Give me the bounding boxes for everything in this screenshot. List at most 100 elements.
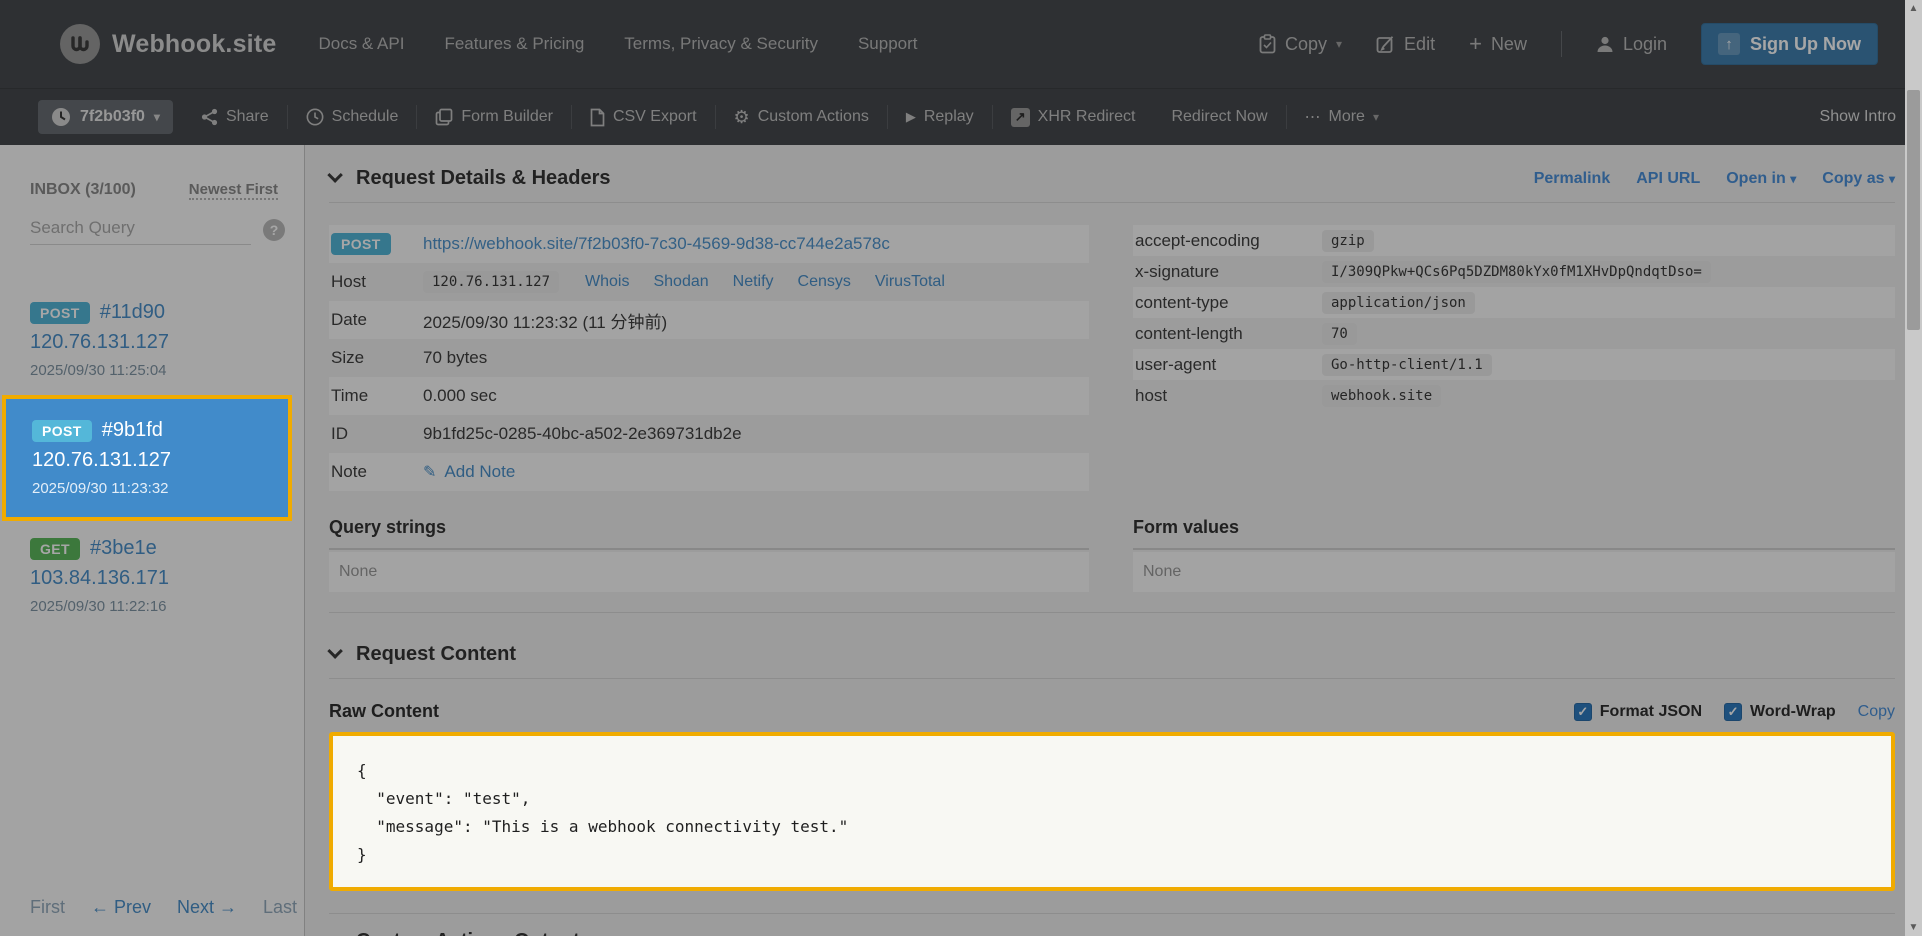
- replay-label: Replay: [924, 108, 974, 126]
- webhook-site-app: Webhook.site Docs & API Features & Prici…: [0, 0, 1922, 936]
- share-button[interactable]: Share: [183, 108, 287, 126]
- more-dropdown[interactable]: ⋯ More ▾: [1287, 107, 1397, 127]
- request-list-item-selected[interactable]: POST #9b1fd 120.76.131.127 2025/09/30 11…: [2, 395, 292, 521]
- word-wrap-checkbox[interactable]: ✓ Word-Wrap: [1724, 703, 1836, 721]
- signup-label: Sign Up Now: [1750, 34, 1861, 55]
- redirect-now-button[interactable]: Redirect Now: [1153, 108, 1285, 126]
- header-row: content-length 70: [1133, 318, 1895, 349]
- external-link-icon: ↗: [1011, 108, 1030, 127]
- nav-terms-privacy[interactable]: Terms, Privacy & Security: [624, 34, 818, 54]
- scrollbar-thumb[interactable]: [1907, 90, 1920, 330]
- user-icon: [1596, 35, 1614, 53]
- request-id-link[interactable]: #3be1e: [90, 537, 157, 560]
- section-custom-actions-output[interactable]: Custom Actions Output: [329, 916, 1895, 936]
- shodan-link[interactable]: Shodan: [653, 273, 708, 291]
- xhr-redirect-button[interactable]: ↗ XHR Redirect: [993, 108, 1154, 127]
- form-builder-icon: [435, 108, 453, 126]
- api-url-link[interactable]: API URL: [1636, 170, 1700, 188]
- method-badge: POST: [30, 302, 90, 324]
- format-json-checkbox[interactable]: ✓ Format JSON: [1574, 703, 1702, 721]
- divider: [1133, 548, 1895, 550]
- header-name: content-type: [1135, 293, 1322, 313]
- ellipsis-icon: ⋯: [1305, 107, 1321, 127]
- divider: [329, 548, 1089, 550]
- custom-actions-button[interactable]: ⚙ Custom Actions: [716, 107, 887, 128]
- header-name: user-agent: [1135, 355, 1322, 375]
- request-list: POST #11d90 120.76.131.127 2025/09/30 11…: [0, 285, 304, 631]
- more-label: More: [1329, 108, 1365, 126]
- schedule-button[interactable]: Schedule: [288, 108, 417, 126]
- request-url-link[interactable]: https://webhook.site/7f2b03f0-7c30-4569-…: [423, 234, 890, 254]
- form-builder-button[interactable]: Form Builder: [417, 108, 571, 126]
- share-icon: [201, 108, 218, 126]
- replay-button[interactable]: ▶ Replay: [888, 108, 992, 126]
- request-detail-panel: Request Details & Headers Permalink API …: [305, 145, 1922, 936]
- detail-value: 0.000 sec: [423, 386, 497, 406]
- vertical-scrollbar[interactable]: ▲ ▼: [1905, 0, 1922, 936]
- pagination-first[interactable]: First: [30, 897, 65, 918]
- pagination-next[interactable]: Next →: [177, 897, 237, 918]
- token-dropdown[interactable]: 7f2b03f0 ▾: [38, 100, 173, 134]
- add-note-link[interactable]: ✎ Add Note: [423, 462, 515, 482]
- login-button[interactable]: Login: [1596, 34, 1667, 55]
- requests-sidebar: INBOX (3/100) Newest First ? POST #11d90…: [0, 145, 305, 936]
- signup-button[interactable]: ↑ Sign Up Now: [1701, 23, 1878, 65]
- nav-support[interactable]: Support: [858, 34, 918, 54]
- arrow-up-icon: ↑: [1718, 33, 1740, 55]
- search-input[interactable]: [30, 214, 251, 245]
- request-list-item[interactable]: POST #11d90 120.76.131.127 2025/09/30 11…: [0, 285, 304, 395]
- brand[interactable]: Webhook.site: [60, 24, 276, 64]
- request-id-link[interactable]: #11d90: [100, 301, 165, 324]
- gear-icon: ⚙: [734, 107, 750, 128]
- section-title: Request Details & Headers: [356, 167, 611, 190]
- section-title: Custom Actions Output: [356, 930, 580, 936]
- sort-toggle[interactable]: Newest First: [189, 181, 278, 200]
- form-values-empty: None: [1133, 552, 1895, 592]
- whois-link[interactable]: Whois: [585, 273, 629, 291]
- scroll-up-icon[interactable]: ▲: [1905, 3, 1922, 14]
- request-list-item[interactable]: GET #3be1e 103.84.136.171 2025/09/30 11:…: [0, 521, 304, 631]
- header-value: 70: [1322, 323, 1357, 345]
- section-title: Request Content: [356, 643, 516, 666]
- open-in-dropdown[interactable]: Open in ▾: [1726, 170, 1796, 188]
- detail-row-time: Time 0.000 sec: [329, 377, 1089, 415]
- request-id-link[interactable]: #9b1fd: [102, 419, 163, 442]
- copy-dropdown[interactable]: Copy ▾: [1259, 34, 1342, 55]
- caret-down-icon: ▾: [154, 110, 160, 124]
- brand-name: Webhook.site: [112, 30, 276, 59]
- help-icon[interactable]: ?: [263, 219, 285, 241]
- nav-docs-api[interactable]: Docs & API: [318, 34, 404, 54]
- censys-link[interactable]: Censys: [798, 273, 851, 291]
- share-label: Share: [226, 108, 269, 126]
- detail-row-size: Size 70 bytes: [329, 339, 1089, 377]
- method-badge: GET: [30, 538, 80, 560]
- plus-icon: +: [1469, 31, 1482, 57]
- detail-value: 70 bytes: [423, 348, 487, 368]
- scroll-down-icon[interactable]: ▼: [1905, 922, 1922, 933]
- virustotal-link[interactable]: VirusTotal: [875, 273, 945, 291]
- copy-as-dropdown[interactable]: Copy as ▾: [1822, 170, 1895, 188]
- new-button[interactable]: + New: [1469, 31, 1527, 57]
- show-intro-link[interactable]: Show Intro: [1820, 108, 1896, 126]
- chevron-down-icon: [327, 643, 343, 659]
- detail-row-id: ID 9b1fd25c-0285-40bc-a502-2e369731db2e: [329, 415, 1089, 453]
- action-toolbar: 7f2b03f0 ▾ Share Schedule Form Builder C…: [0, 88, 1922, 145]
- pagination-last[interactable]: Last: [263, 897, 297, 918]
- nav-features-pricing[interactable]: Features & Pricing: [444, 34, 584, 54]
- csv-export-button[interactable]: CSV Export: [572, 108, 715, 127]
- chevron-down-icon: [327, 930, 343, 936]
- permalink-link[interactable]: Permalink: [1534, 170, 1610, 188]
- raw-content-title: Raw Content: [329, 701, 439, 722]
- pagination-prev[interactable]: ← Prev: [91, 897, 151, 918]
- edit-button[interactable]: Edit: [1376, 34, 1435, 55]
- section-request-details[interactable]: Request Details & Headers Permalink API …: [329, 153, 1895, 203]
- header-name: content-length: [1135, 324, 1322, 344]
- method-badge: POST: [32, 420, 92, 442]
- copy-content-link[interactable]: Copy: [1858, 703, 1895, 721]
- header-row: x-signature I/309QPkw+QCs6Pq5DZDM80kYx0f…: [1133, 256, 1895, 287]
- format-json-label: Format JSON: [1600, 703, 1702, 721]
- section-request-content[interactable]: Request Content: [329, 629, 1895, 679]
- netify-link[interactable]: Netify: [733, 273, 774, 291]
- word-wrap-label: Word-Wrap: [1750, 703, 1836, 721]
- edit-label: Edit: [1404, 34, 1435, 55]
